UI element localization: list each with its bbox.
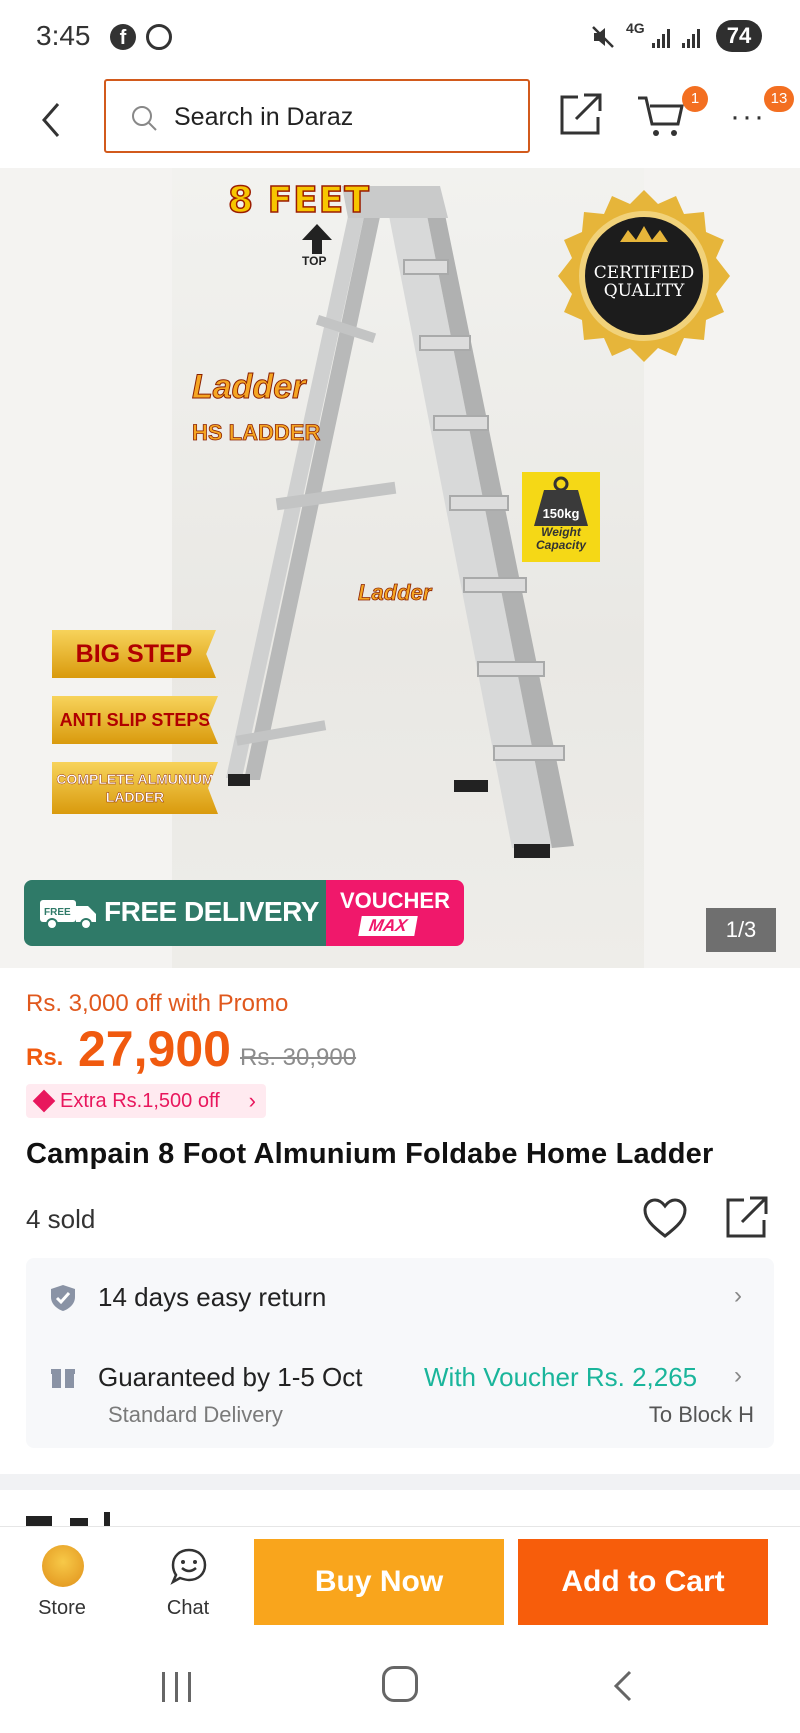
store-label: Store: [38, 1597, 86, 1619]
add-to-cart-button[interactable]: Add to Cart: [518, 1539, 768, 1625]
top-header: Search in Daraz 1 ··· 13: [0, 76, 800, 168]
chat-label: Chat: [166, 1597, 210, 1619]
ladder-logo: Ladder: [358, 580, 432, 606]
facebook-icon: f: [110, 24, 136, 50]
voucher-text: VOUCHER: [339, 888, 450, 913]
search-placeholder: Search in Daraz: [174, 103, 354, 131]
store-button[interactable]: Store: [30, 1545, 94, 1629]
voucher-delivery-text: With Voucher Rs. 2,265: [424, 1362, 698, 1392]
whatsapp-icon: [146, 24, 172, 50]
search-input[interactable]: Search in Daraz: [104, 79, 530, 153]
delivery-type: Standard Delivery: [108, 1402, 283, 1427]
chat-button[interactable]: Chat: [156, 1545, 220, 1629]
up-arrow-icon: [302, 224, 332, 254]
weight-capacity-badge: 150kg Weight Capacity: [522, 472, 600, 562]
voucher-max-text: MAX: [358, 916, 418, 936]
feature-ribbon-big-step: BIG STEP: [52, 630, 216, 678]
share-product-icon[interactable]: [722, 1194, 770, 1242]
height-label: 8 FEET: [227, 179, 370, 222]
store-logo-icon: [42, 1545, 84, 1587]
extra-discount-text: Extra Rs.1,500 off: [60, 1090, 220, 1112]
product-image-gallery[interactable]: 8 FEET TOP CERTIFIED QUALITY Ladder HS L…: [0, 168, 800, 968]
guarantee-text: Guaranteed by 1-5 Oct: [98, 1362, 363, 1392]
section-separator: [0, 1474, 800, 1490]
signal-icon-2: [682, 28, 704, 48]
top-label: TOP: [302, 254, 327, 268]
chevron-right-icon: ›: [734, 1362, 742, 1389]
wishlist-heart-icon[interactable]: [642, 1196, 688, 1242]
buy-now-button[interactable]: Buy Now: [254, 1539, 504, 1625]
home-icon[interactable]: [382, 1666, 418, 1702]
cart-count-badge: 1: [682, 86, 708, 112]
free-badge-text: FREE: [44, 907, 71, 918]
original-price: Rs. 30,900: [240, 1044, 357, 1071]
system-navigation-bar: [0, 1644, 800, 1733]
share-icon[interactable]: [556, 91, 604, 139]
current-price: 27,900: [78, 1021, 231, 1077]
chevron-right-icon: ›: [248, 1088, 256, 1113]
return-policy-text: 14 days easy return: [98, 1282, 327, 1312]
chevron-right-icon: ›: [734, 1282, 742, 1309]
promo-text[interactable]: Rs. 3,000 off with Promo: [26, 990, 288, 1018]
brand-logo: Ladder: [191, 368, 306, 407]
shield-check-icon: [51, 1285, 75, 1311]
search-icon: [132, 106, 157, 131]
free-delivery-text: FREE DELIVERY: [104, 896, 319, 927]
price-currency: Rs.: [26, 1044, 64, 1071]
product-title: Campain 8 Foot Almunium Foldabe Home Lad…: [26, 1138, 714, 1170]
chat-bubble-icon: [170, 1548, 207, 1585]
seal-text: CERTIFIED QUALITY: [593, 263, 695, 301]
voucher-max-section: VOUCHER MAX: [326, 880, 464, 946]
discount-tag-icon: [32, 1089, 56, 1113]
system-back-icon[interactable]: [608, 1668, 638, 1704]
mute-icon: [592, 26, 614, 48]
brand-name: HS LADDER: [192, 420, 321, 446]
clipped-section-heading: [26, 1512, 110, 1526]
status-bar: 3:45 f 4G 74: [0, 0, 800, 76]
signal-icon: [652, 28, 674, 48]
notification-count-badge: 13: [764, 86, 794, 112]
feature-ribbon-aluminium: COMPLETE ALMUNIUM LADDER: [52, 762, 218, 814]
service-info-card: 14 days easy return › Guaranteed by 1-5 …: [26, 1258, 774, 1448]
feature-ribbon-anti-slip: ANTI SLIP STEPS: [52, 696, 218, 744]
gift-box-icon: [51, 1369, 75, 1388]
battery-indicator: 74: [716, 20, 762, 52]
free-delivery-banner: FREE FREE DELIVERY VOUCHER MAX: [24, 880, 464, 946]
sold-count: 4 sold: [26, 1204, 96, 1234]
cart-icon[interactable]: [636, 90, 688, 142]
truck-icon: FREE: [40, 900, 96, 930]
weight-value: 150kg: [542, 506, 580, 521]
image-page-indicator: 1/3: [706, 908, 776, 952]
network-type: 4G: [626, 20, 645, 36]
delivery-location: To Block H: [648, 1402, 754, 1427]
free-delivery-section: FREE FREE DELIVERY: [24, 880, 326, 946]
bottom-action-bar: Store Chat Buy Now Add to Cart: [0, 1526, 800, 1644]
extra-discount-chip[interactable]: Extra Rs.1,500 off ›: [26, 1084, 266, 1118]
recent-apps-icon[interactable]: [160, 1672, 194, 1702]
status-time: 3:45: [36, 20, 91, 51]
back-arrow-icon[interactable]: [30, 90, 74, 150]
weight-label: Weight Capacity: [535, 525, 587, 552]
